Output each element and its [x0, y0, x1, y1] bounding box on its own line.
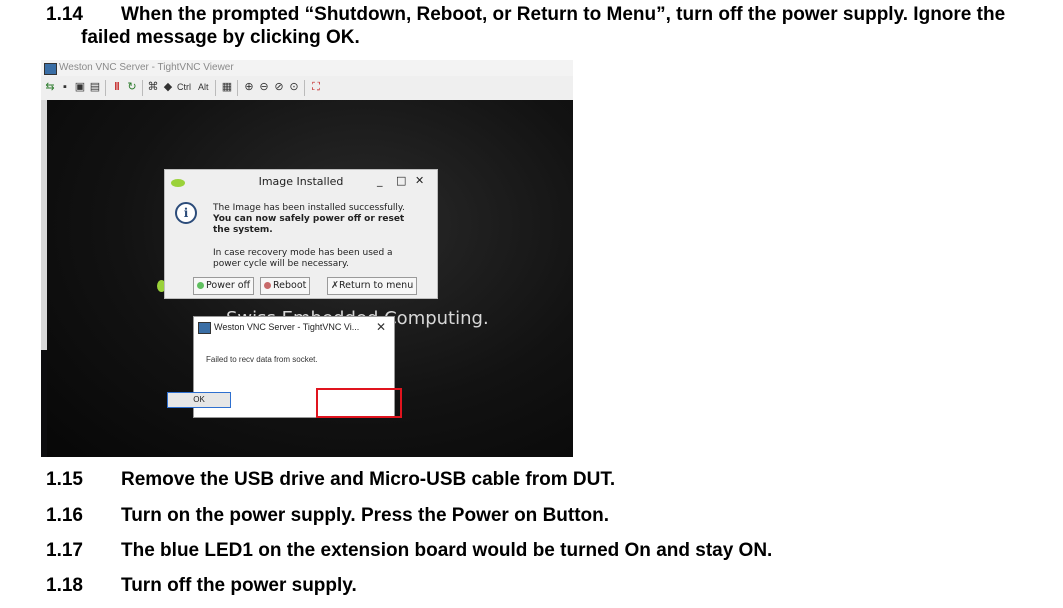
- new-connection-icon[interactable]: ⇆: [44, 81, 56, 93]
- image-installed-dialog: Image Installed _ □ ✕ i The Image has be…: [164, 169, 438, 299]
- x-icon: ✗: [331, 280, 339, 291]
- viewer-toolbar: ⇆ ▪ ▣ ▤ ‖ ↻ ⌘ ◆ Ctrl Alt ▦ ⊕ ⊖ ⊘ ⊙ ⛶: [41, 76, 573, 101]
- error-message: Failed to recv data from socket.: [206, 355, 318, 364]
- ctrl-alt-del-icon[interactable]: ⌘: [147, 81, 159, 93]
- toolbar-separator: [215, 80, 216, 96]
- vnc-app-icon: [198, 322, 211, 334]
- ctrl-key-button[interactable]: Ctrl: [177, 81, 191, 93]
- button-label: Power off: [206, 280, 251, 291]
- step-number: 1.14: [46, 4, 83, 25]
- step-text-continued: failed message by clicking OK.: [81, 27, 360, 48]
- toolbar-separator: [304, 80, 305, 96]
- toolbar-separator: [105, 80, 106, 96]
- step-text: The blue LED1 on the extension board wou…: [121, 540, 773, 561]
- step-number: 1.16: [46, 505, 83, 526]
- error-dialog-title: Weston VNC Server - TightVNC Vi...: [214, 322, 360, 332]
- step-text: Turn off the power supply.: [121, 575, 357, 596]
- zoom-out-icon[interactable]: ⊖: [258, 81, 270, 93]
- refresh-icon[interactable]: ↻: [126, 81, 138, 93]
- message-line: power cycle will be necessary.: [213, 259, 349, 269]
- viewer-title: Weston VNC Server - TightVNC Viewer: [59, 62, 234, 73]
- viewer-titlebar: Weston VNC Server - TightVNC Viewer: [41, 60, 573, 76]
- vnc-app-icon: [44, 63, 57, 75]
- zoom-reset-icon[interactable]: ⊘: [273, 81, 285, 93]
- screenshot-photo: Weston VNC Server - TightVNC Viewer ⇆ ▪ …: [41, 60, 573, 457]
- info-icon: i: [175, 202, 197, 224]
- return-to-menu-button[interactable]: ✗Return to menu: [327, 277, 418, 295]
- message-line: The Image has been installed successfull…: [213, 203, 405, 213]
- toolbar-separator: [237, 80, 238, 96]
- reboot-button[interactable]: Reboot: [260, 277, 311, 295]
- toolbar-separator: [142, 80, 143, 96]
- close-icon[interactable]: ✕: [376, 320, 386, 334]
- win-key-icon[interactable]: ◆: [162, 81, 174, 93]
- message-line: In case recovery mode has been used a: [213, 248, 393, 258]
- button-label: Reboot: [273, 280, 307, 291]
- save-icon[interactable]: ▪: [59, 81, 71, 93]
- step-text: Turn on the power supply. Press the Powe…: [121, 505, 610, 526]
- clipboard-icon[interactable]: ▦: [221, 81, 233, 93]
- step-number: 1.15: [46, 469, 83, 490]
- pause-icon[interactable]: ‖: [111, 81, 123, 93]
- step-text: Remove the USB drive and Micro-USB cable…: [121, 469, 616, 490]
- step-number: 1.17: [46, 540, 83, 561]
- step-number: 1.18: [46, 575, 83, 596]
- message-line: the system.: [213, 225, 273, 235]
- alt-key-button[interactable]: Alt: [198, 81, 209, 93]
- power-icon: [197, 282, 204, 289]
- message-line: You can now safely power off or reset: [213, 214, 405, 224]
- maximize-icon[interactable]: □: [396, 174, 406, 187]
- ok-button[interactable]: OK: [167, 392, 231, 408]
- zoom-in-icon[interactable]: ⊕: [243, 81, 255, 93]
- close-icon[interactable]: ✕: [415, 174, 424, 187]
- info-icon[interactable]: ▤: [89, 81, 101, 93]
- power-off-button[interactable]: Power off: [193, 277, 255, 295]
- step-text: When the prompted “Shutdown, Reboot, or …: [121, 4, 1006, 25]
- options-icon[interactable]: ▣: [74, 81, 86, 93]
- fullscreen-icon[interactable]: ⛶: [310, 81, 322, 93]
- highlight-box: [316, 388, 402, 418]
- button-label: Return to menu: [338, 280, 414, 291]
- minimize-icon[interactable]: _: [377, 174, 383, 187]
- error-dialog-header: Weston VNC Server - TightVNC Vi... ✕: [194, 317, 394, 339]
- reboot-icon: [264, 282, 271, 289]
- zoom-fit-icon[interactable]: ⊙: [288, 81, 300, 93]
